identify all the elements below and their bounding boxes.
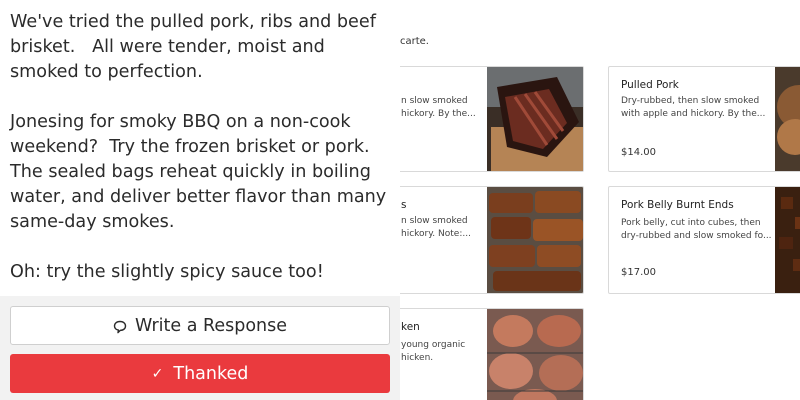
description-line: Dry-rubbed, then slow smoked	[621, 96, 760, 106]
thanked-button[interactable]: ✓ Thanked	[10, 354, 390, 393]
menu-item-card-brisket[interactable]: n slow smoked hickory. By the...	[400, 66, 584, 172]
description-line: hickory. Note:...	[401, 229, 471, 239]
menu-item-description: n slow smoked hickory. Note:...	[401, 215, 471, 241]
write-response-label: Write a Response	[134, 315, 288, 336]
review-body: We've tried the pulled pork, ribs and be…	[10, 10, 390, 310]
menu-item-card-ribs[interactable]: s n slow smoked hickory. Note:...	[400, 186, 584, 294]
chicken-photo	[487, 309, 583, 400]
menu-item-name: s	[401, 199, 407, 211]
menu-page: carte. n slow smoked hickory. By the... …	[400, 0, 800, 400]
description-line: hicken.	[401, 353, 434, 363]
menu-item-card-burnt-ends[interactable]: Pork Belly Burnt Ends Pork belly, cut in…	[608, 186, 800, 294]
ribs-photo	[487, 187, 583, 293]
review-panel: We've tried the pulled pork, ribs and be…	[0, 0, 400, 400]
description-line: hickory. By the...	[401, 109, 476, 119]
pulled-pork-photo	[775, 67, 800, 171]
review-paragraph: Jonesing for smoky BBQ on a non-cook wee…	[10, 112, 392, 232]
description-line: Pork belly, cut into cubes, then	[621, 218, 761, 228]
description-line: n slow smoked	[401, 96, 468, 106]
menu-item-card-pulled-pork[interactable]: Pulled Pork Dry-rubbed, then slow smoked…	[608, 66, 800, 172]
menu-item-price: $14.00	[621, 147, 656, 158]
review-paragraph: We've tried the pulled pork, ribs and be…	[10, 12, 382, 82]
burnt-ends-photo	[775, 187, 800, 293]
menu-item-name: Pulled Pork	[621, 79, 679, 91]
menu-item-description: Dry-rubbed, then slow smoked with apple …	[621, 95, 765, 121]
description-line: n slow smoked	[401, 216, 468, 226]
menu-item-description: young organic hicken.	[401, 339, 465, 365]
menu-item-description: Pork belly, cut into cubes, then dry-rub…	[621, 217, 772, 243]
menu-item-name: Pork Belly Burnt Ends	[621, 199, 734, 211]
brisket-photo	[487, 67, 583, 171]
description-line: young organic	[401, 340, 466, 350]
menu-item-price: $17.00	[621, 267, 656, 278]
thanked-label: Thanked	[173, 363, 249, 384]
description-line: dry-rubbed and slow smoked fo...	[621, 231, 772, 241]
review-action-bar: Write a Response ✓ Thanked	[0, 296, 400, 400]
menu-item-description: n slow smoked hickory. By the...	[401, 95, 476, 121]
menu-intro-text: carte.	[400, 36, 429, 47]
menu-item-card-chicken[interactable]: ken young organic hicken.	[400, 308, 584, 400]
description-line: with apple and hickory. By the...	[621, 109, 766, 119]
checkmark-icon: ✓	[151, 365, 164, 382]
write-response-button[interactable]: Write a Response	[10, 306, 390, 345]
speech-bubble-icon	[113, 319, 127, 333]
review-paragraph: Oh: try the slightly spicy sauce too!	[10, 262, 324, 282]
menu-item-name: ken	[401, 321, 420, 333]
